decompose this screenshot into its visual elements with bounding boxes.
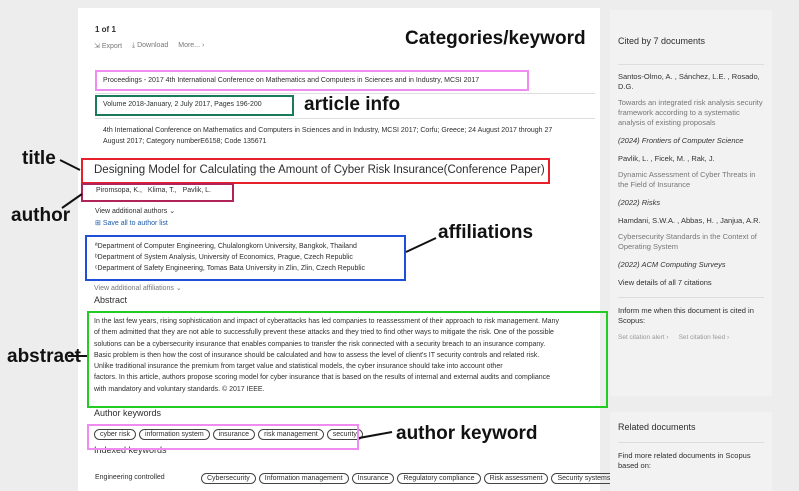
title-arrow — [59, 159, 81, 171]
author-keyword-arrow — [358, 431, 393, 439]
annotation-arrows — [59, 159, 437, 439]
author-arrow — [61, 193, 83, 209]
affiliations-arrow — [405, 237, 437, 253]
